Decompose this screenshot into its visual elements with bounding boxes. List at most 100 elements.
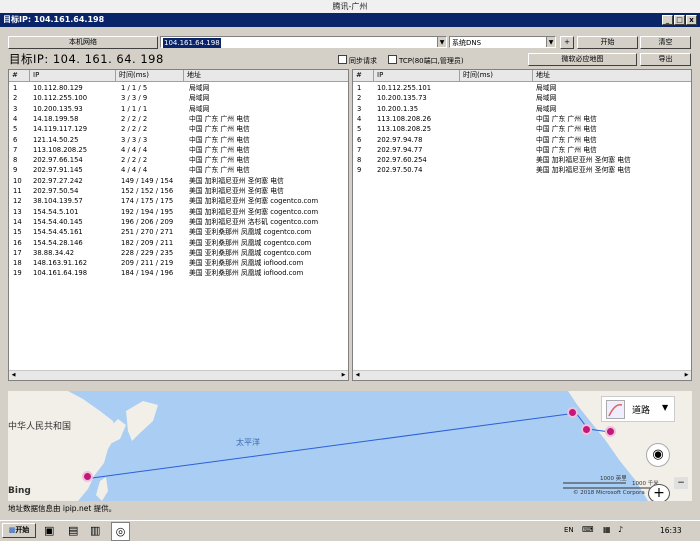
scroll-left-icon[interactable]: ◀ xyxy=(9,371,18,380)
col-header-ip[interactable]: IP xyxy=(374,70,460,81)
col-header-ip[interactable]: IP xyxy=(30,70,116,81)
tcp-checkbox[interactable]: TCP(80端口,管理员) xyxy=(388,55,464,66)
cell-time: 4 / 4 / 4 xyxy=(121,145,148,154)
table-row[interactable]: 12 38.104.139.57 174 / 175 / 175 美国 加利福尼亚州 … xyxy=(9,196,348,206)
table-row[interactable]: 6 202.97.94.78 中国 广东 广州 电信 xyxy=(353,135,691,145)
map-pin[interactable] xyxy=(605,426,616,437)
start-button[interactable]: 开始 xyxy=(577,36,638,49)
map-pin[interactable] xyxy=(567,407,578,418)
table-row[interactable]: 11 202.97.50.54 152 / 152 / 156 美国 加利福尼亚州 圣… xyxy=(9,186,348,196)
bing-map-button[interactable]: 微软必应地图 xyxy=(528,53,637,66)
table-row[interactable]: 8 202.97.66.154 2 / 2 / 2 中国 广东 广州 电信 xyxy=(9,155,348,165)
col-header-time[interactable]: 时间(ms) xyxy=(460,70,533,81)
besttrace-taskbar-icon[interactable]: ◎ xyxy=(111,522,130,541)
horizontal-scrollbar[interactable]: ◀ ▶ xyxy=(353,370,691,380)
add-dns-button[interactable]: + xyxy=(560,36,574,49)
chevron-down-icon[interactable]: ▼ xyxy=(546,37,555,47)
cell-addr: 局域网 xyxy=(536,104,557,113)
table-row[interactable]: 10 202.97.27.242 149 / 149 / 154 美国 加利福尼亚州 … xyxy=(9,176,348,186)
table-row[interactable]: 4 14.18.199.58 2 / 2 / 2 中国 广东 广州 电信 xyxy=(9,114,348,124)
cell-n: 8 xyxy=(13,156,18,165)
map-pin[interactable] xyxy=(581,424,592,435)
cell-ip: 154.54.28.146 xyxy=(33,238,83,247)
japan-land xyxy=(126,401,158,441)
col-header-address[interactable]: 地址 xyxy=(184,70,348,81)
right-trace-table[interactable]: # IP 时间(ms) 地址 1 10.112.255.101 局域网 2 10.200… xyxy=(352,69,692,381)
horizontal-scrollbar[interactable]: ◀ ▶ xyxy=(9,370,348,380)
table-row[interactable]: 2 10.200.135.73 局域网 xyxy=(353,93,691,103)
table-row[interactable]: 1 10.112.80.129 1 / 1 / 5 局域网 xyxy=(9,83,348,93)
map-copyright: © 2018 Microsoft Corpora xyxy=(573,490,645,496)
zoom-out-button[interactable]: − xyxy=(674,477,688,489)
table-row[interactable]: 13 154.54.5.101 192 / 194 / 195 美国 加利福尼亚州 圣… xyxy=(9,207,348,217)
table-row[interactable]: 2 10.112.255.100 3 / 3 / 9 局域网 xyxy=(9,93,348,103)
dns-select[interactable]: 系统DNS ▼ xyxy=(449,36,556,48)
target-ip-input[interactable]: 104.161.64.198 ▼ xyxy=(160,36,447,48)
dns-select-value: 系统DNS xyxy=(452,39,482,47)
cell-n: 3 xyxy=(357,104,362,113)
close-button[interactable]: x xyxy=(686,15,697,25)
col-header-time[interactable]: 时间(ms) xyxy=(116,70,184,81)
minimize-button[interactable]: _ xyxy=(662,15,673,25)
layer-switcher[interactable]: 道路 ▼ xyxy=(601,396,675,422)
clear-button[interactable]: 清空 xyxy=(640,36,691,49)
keyboard-icon[interactable]: ⌨ xyxy=(582,525,594,534)
table-row[interactable]: 15 154.54.45.161 251 / 270 / 271 美国 亚利桑那州 凤… xyxy=(9,227,348,237)
table-row[interactable]: 1 10.112.255.101 局域网 xyxy=(353,83,691,93)
cell-addr: 美国 亚利桑那州 凤凰城 iofIood.com xyxy=(189,259,304,268)
table-row[interactable]: 5 14.119.117.129 2 / 2 / 2 中国 广东 广州 电信 xyxy=(9,124,348,134)
table-row[interactable]: 9 202.97.91.145 4 / 4 / 4 中国 广东 广州 电信 xyxy=(9,165,348,175)
table-row[interactable]: 3 10.200.135.93 1 / 1 / 1 局域网 xyxy=(9,104,348,114)
col-header-num[interactable]: # xyxy=(9,70,30,81)
col-header-num[interactable]: # xyxy=(353,70,374,81)
map-pin[interactable] xyxy=(82,471,93,482)
server-manager-icon[interactable]: ▣ xyxy=(44,524,54,537)
table-row[interactable]: 3 10.200.1.35 局域网 xyxy=(353,104,691,114)
table-row[interactable]: 8 202.97.60.254 美国 加利福尼亚州 圣何塞 电信 xyxy=(353,155,691,165)
volume-icon[interactable]: ♪ xyxy=(618,525,623,534)
left-trace-table[interactable]: # IP 时间(ms) 地址 1 10.112.80.129 1 / 1 / 5 局域… xyxy=(8,69,349,381)
cell-n: 7 xyxy=(13,145,18,154)
table-row[interactable]: 14 154.54.40.145 196 / 206 / 209 美国 加利福尼亚州 … xyxy=(9,217,348,227)
table-row[interactable]: 4 113.108.208.26 中国 广东 广州 电信 xyxy=(353,114,691,124)
network-icon[interactable]: ▦ xyxy=(603,525,611,534)
zoom-in-button[interactable]: + xyxy=(648,484,670,501)
table-row[interactable]: 7 113.108.208.25 4 / 4 / 4 中国 广东 广州 电信 xyxy=(9,145,348,155)
route-line xyxy=(91,412,611,479)
table-row[interactable]: 16 154.54.28.146 182 / 209 / 211 美国 亚利桑那州 凤… xyxy=(9,238,348,248)
checkbox-box[interactable] xyxy=(338,55,347,64)
export-button[interactable]: 导出 xyxy=(640,53,691,66)
local-network-button[interactable]: 本机网络 xyxy=(8,36,158,49)
table-row[interactable]: 19 104.161.64.198 184 / 194 / 196 美国 亚利桑那州 … xyxy=(9,268,348,278)
cell-time: 2 / 2 / 2 xyxy=(121,156,148,165)
scroll-left-icon[interactable]: ◀ xyxy=(353,371,362,380)
table-row[interactable]: 18 148.163.91.162 209 / 211 / 219 美国 亚利桑那州 … xyxy=(9,258,348,268)
cell-ip: 202.97.91.145 xyxy=(33,166,83,175)
explorer-icon[interactable]: ▥ xyxy=(90,524,100,537)
scroll-right-icon[interactable]: ▶ xyxy=(339,371,348,380)
locate-icon[interactable]: ◉ xyxy=(646,443,670,467)
table-row[interactable]: 5 113.108.208.25 中国 广东 广州 电信 xyxy=(353,124,691,134)
chevron-down-icon[interactable]: ▼ xyxy=(437,37,446,47)
cell-time: 182 / 209 / 211 xyxy=(121,238,174,247)
taskbar-clock[interactable]: 16:33 xyxy=(660,526,682,535)
table-row[interactable]: 9 202.97.50.74 美国 加利福尼亚州 圣何塞 电信 xyxy=(353,165,691,175)
table-row[interactable]: 17 38.88.34.42 228 / 229 / 235 美国 亚利桑那州 凤凰城… xyxy=(9,248,348,258)
ocean-label: 太平洋 xyxy=(236,438,260,447)
col-header-address[interactable]: 地址 xyxy=(533,70,691,81)
route-map[interactable]: 中华人民共和国 太平洋 道路 ▼ ◉ Bing 1000 英里 1000 千米 … xyxy=(8,391,692,501)
cell-time: 1 / 1 / 1 xyxy=(121,104,148,113)
language-indicator[interactable]: EN xyxy=(564,526,574,534)
start-menu-button[interactable]: ▩开始 xyxy=(2,523,36,538)
powershell-icon[interactable]: ▤ xyxy=(68,524,78,537)
checkbox-box[interactable] xyxy=(388,55,397,64)
cell-n: 10 xyxy=(13,176,22,185)
sync-request-checkbox[interactable]: 同步请求 xyxy=(338,55,377,66)
chevron-down-icon[interactable]: ▼ xyxy=(662,403,668,412)
table-row[interactable]: 6 121.14.50.25 3 / 3 / 3 中国 广东 广州 电信 xyxy=(9,135,348,145)
table-row[interactable]: 7 202.97.94.77 中国 广东 广州 电信 xyxy=(353,145,691,155)
cell-addr: 中国 广东 广州 电信 xyxy=(536,135,597,144)
cell-n: 15 xyxy=(13,228,22,237)
scroll-right-icon[interactable]: ▶ xyxy=(682,371,691,380)
maximize-button[interactable]: □ xyxy=(674,15,685,25)
